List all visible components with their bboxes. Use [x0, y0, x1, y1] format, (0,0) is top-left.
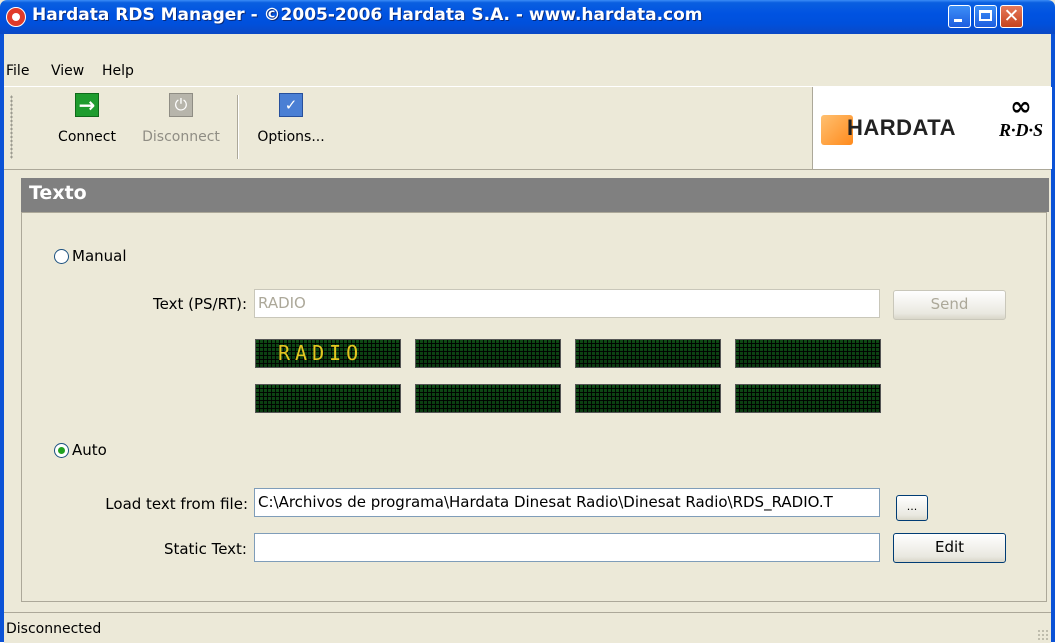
text-panel: Manual Text (PS/RT): RADIO Send RADIO Au…	[21, 212, 1047, 602]
title-bar[interactable]: Hardata RDS Manager - ©2005-2006 Hardata…	[0, 0, 1055, 34]
connection-status: Disconnected	[6, 621, 102, 637]
maximize-button[interactable]	[974, 5, 997, 28]
options-checklist-icon: ✓	[279, 93, 303, 117]
auto-radio-label: Auto	[72, 441, 107, 459]
rds-logo-text: R·D·S	[998, 120, 1043, 140]
auto-radio[interactable]: Auto	[54, 441, 107, 459]
menu-file[interactable]: File	[6, 63, 29, 79]
auto-radio-dot[interactable]	[54, 442, 69, 458]
close-button[interactable]: ✕	[1000, 5, 1023, 28]
status-bar: Disconnected	[4, 612, 1051, 643]
text-ps-rt-field[interactable]: RADIO	[254, 289, 880, 318]
toolbar-grip[interactable]	[10, 95, 13, 159]
toolbar-separator	[237, 95, 239, 159]
panel-header: Texto	[21, 178, 1049, 212]
load-text-label: Load text from file:	[105, 495, 248, 513]
rds-logo: ∞ R·D·S	[991, 93, 1051, 163]
edit-button[interactable]: Edit	[893, 533, 1006, 563]
app-icon[interactable]	[6, 7, 26, 27]
led-display-2-3	[575, 384, 721, 413]
send-button[interactable]: Send	[893, 290, 1006, 320]
resize-grip[interactable]	[1037, 629, 1049, 641]
disconnect-button[interactable]: ⏻ Disconnect	[134, 93, 228, 161]
hardata-logo-text: HARDATA	[847, 115, 956, 140]
minimize-button[interactable]	[948, 5, 971, 28]
connect-label: Connect	[58, 129, 116, 145]
manual-radio-label: Manual	[72, 247, 127, 265]
manual-radio[interactable]: Manual	[54, 247, 127, 265]
toolbar: → Connect ⏻ Disconnect ✓ Options... HARD…	[4, 86, 1052, 170]
text-ps-rt-label: Text (PS/RT):	[153, 295, 247, 313]
browse-button[interactable]: ...	[896, 495, 928, 521]
minimize-icon	[954, 19, 962, 22]
app-window: Hardata RDS Manager - ©2005-2006 Hardata…	[0, 0, 1055, 643]
disconnect-label: Disconnect	[142, 129, 220, 145]
led-display-2-4	[735, 384, 881, 413]
led-display-2-2	[415, 384, 561, 413]
options-label: Options...	[257, 129, 325, 145]
connect-arrow-icon: →	[75, 93, 99, 117]
options-button[interactable]: ✓ Options...	[252, 93, 330, 161]
power-icon: ⏻	[169, 93, 193, 117]
menu-view[interactable]: View	[51, 63, 84, 79]
static-text-label: Static Text:	[163, 540, 247, 558]
led-display-1-3	[575, 339, 721, 368]
close-icon: ✕	[1003, 5, 1020, 27]
maximize-icon	[979, 10, 992, 21]
logo-area: HARDATA ∞ R·D·S	[812, 87, 1052, 169]
menu-bar: File View Help	[4, 60, 1051, 84]
manual-radio-dot[interactable]	[54, 248, 69, 264]
led-display-2-1	[255, 384, 401, 413]
connect-button[interactable]: → Connect	[50, 93, 124, 161]
led-display-1-1: RADIO	[255, 339, 401, 368]
menu-help[interactable]: Help	[102, 63, 134, 79]
panel-title: Texto	[29, 182, 87, 204]
led-display-1-4	[735, 339, 881, 368]
static-text-field[interactable]	[254, 533, 880, 562]
window-title: Hardata RDS Manager - ©2005-2006 Hardata…	[32, 5, 703, 25]
rds-rings-icon: ∞	[1010, 92, 1032, 122]
led-display-1-2	[415, 339, 561, 368]
file-path-field[interactable]: C:\Archivos de programa\Hardata Dinesat …	[254, 488, 880, 517]
